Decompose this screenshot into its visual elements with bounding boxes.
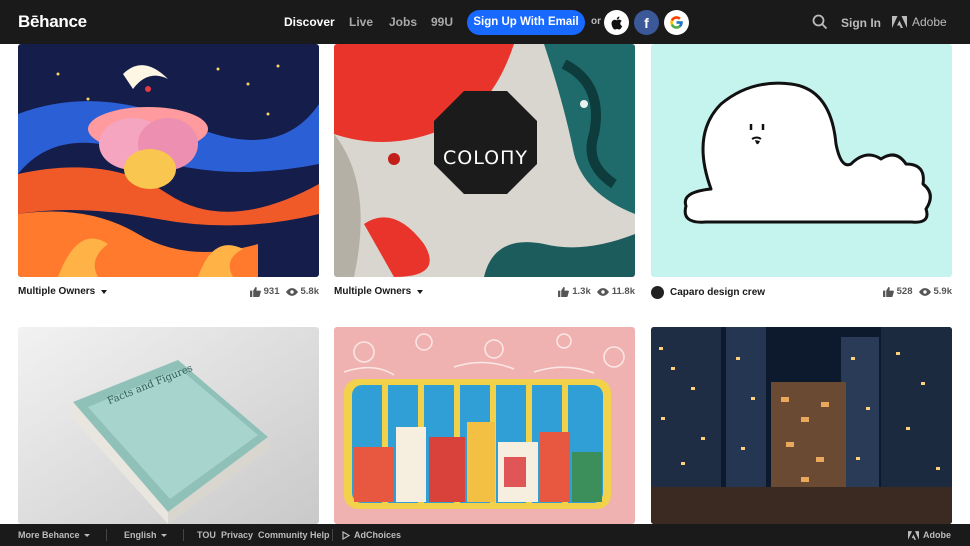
google-signin-button[interactable] — [664, 10, 689, 35]
project-cover-book[interactable]: Facts and Figures — [18, 327, 319, 524]
views-stat: 5.9k — [918, 286, 953, 297]
apple-icon — [611, 16, 623, 30]
views-stat: 11.8k — [596, 286, 635, 297]
project-cover-illustration[interactable] — [18, 44, 319, 277]
more-behance-dropdown[interactable]: More Behance — [18, 530, 90, 540]
project-cover-city[interactable] — [334, 327, 635, 524]
nav-jobs[interactable]: Jobs — [389, 15, 417, 29]
chevron-down-icon — [160, 533, 167, 537]
facebook-icon: f — [644, 14, 649, 31]
adchoices-link[interactable]: AdChoices — [342, 530, 401, 540]
eye-icon — [285, 287, 298, 296]
footer-link-community[interactable]: Community — [258, 530, 308, 540]
appreciations-count: 931 — [263, 286, 280, 297]
adobe-icon — [908, 530, 919, 540]
nav-live[interactable]: Live — [349, 15, 373, 29]
footer-link-help[interactable]: Help — [310, 530, 330, 540]
colony-logo: COLOПY — [443, 147, 528, 169]
owner-name: Multiple Owners — [334, 286, 412, 297]
project-cover-night-city[interactable] — [651, 327, 952, 524]
footer-divider — [183, 529, 184, 541]
owner-link[interactable]: Caparo design crew — [651, 286, 765, 299]
sign-up-email-button[interactable]: Sign Up With Email — [467, 10, 585, 35]
project-meta-2: Multiple Owners 1.3k 11.8k — [334, 286, 635, 302]
footer-divider — [332, 529, 333, 541]
appreciations-stat: 1.3k — [558, 286, 591, 297]
sign-in-link[interactable]: Sign In — [841, 16, 881, 30]
project-image — [18, 327, 319, 524]
eye-icon — [596, 287, 609, 296]
top-navigation-bar: Bēhance Discover Live Jobs 99U Sign Up W… — [0, 0, 970, 44]
footer-link-tou[interactable]: TOU — [197, 530, 216, 540]
project-image — [651, 44, 952, 277]
or-label: or — [591, 16, 601, 27]
avatar — [651, 286, 664, 299]
views-count: 5.9k — [933, 286, 953, 297]
project-meta-3: Caparo design crew 528 5.9k — [651, 286, 952, 302]
project-stats: 1.3k 11.8k — [558, 286, 635, 297]
views-count: 11.8k — [611, 286, 635, 297]
appreciations-count: 1.3k — [572, 286, 591, 297]
views-stat: 5.8k — [285, 286, 320, 297]
owner-name: Multiple Owners — [18, 286, 96, 297]
language-label: English — [124, 530, 157, 540]
facebook-signin-button[interactable]: f — [634, 10, 659, 35]
owner-dropdown[interactable]: Multiple Owners — [18, 286, 108, 297]
project-cover-colony[interactable]: COLOПY — [334, 44, 635, 277]
nav-99u[interactable]: 99U — [431, 15, 453, 29]
owner-name: Caparo design crew — [670, 287, 766, 298]
chevron-down-icon — [101, 289, 108, 294]
thumbs-up-icon — [249, 286, 261, 297]
search-icon[interactable] — [812, 14, 828, 30]
views-count: 5.8k — [300, 286, 320, 297]
appreciations-count: 528 — [896, 286, 913, 297]
footer-adobe-link[interactable]: Adobe — [908, 530, 951, 540]
apple-signin-button[interactable] — [604, 10, 629, 35]
project-image — [651, 327, 952, 524]
owner-dropdown[interactable]: Multiple Owners — [334, 286, 424, 297]
project-image — [334, 327, 635, 524]
language-dropdown[interactable]: English — [124, 530, 167, 540]
eye-icon — [918, 287, 931, 296]
adchoices-label: AdChoices — [354, 530, 402, 540]
footer-adobe-label: Adobe — [923, 530, 951, 540]
project-stats: 931 5.8k — [249, 286, 320, 297]
adobe-label: Adobe — [912, 15, 947, 29]
footer-bar: More Behance English TOU Privacy Communi… — [0, 524, 970, 546]
project-image — [18, 44, 319, 277]
more-behance-label: More Behance — [18, 530, 80, 540]
project-stats: 528 5.9k — [882, 286, 953, 297]
project-cover-cloud[interactable] — [651, 44, 952, 277]
adobe-icon — [892, 16, 907, 28]
appreciations-stat: 931 — [249, 286, 280, 297]
footer-link-privacy[interactable]: Privacy — [221, 530, 253, 540]
footer-divider — [106, 529, 107, 541]
project-meta-1: Multiple Owners 931 5.8k — [18, 286, 319, 302]
adobe-link[interactable]: Adobe — [892, 15, 947, 29]
behance-logo[interactable]: Bēhance — [18, 12, 87, 32]
google-icon — [670, 16, 683, 29]
chevron-down-icon — [417, 289, 424, 294]
appreciations-stat: 528 — [882, 286, 913, 297]
nav-discover[interactable]: Discover — [284, 15, 335, 29]
thumbs-up-icon — [882, 286, 894, 297]
adchoices-icon — [342, 530, 350, 540]
thumbs-up-icon — [558, 286, 570, 297]
chevron-down-icon — [83, 533, 90, 537]
